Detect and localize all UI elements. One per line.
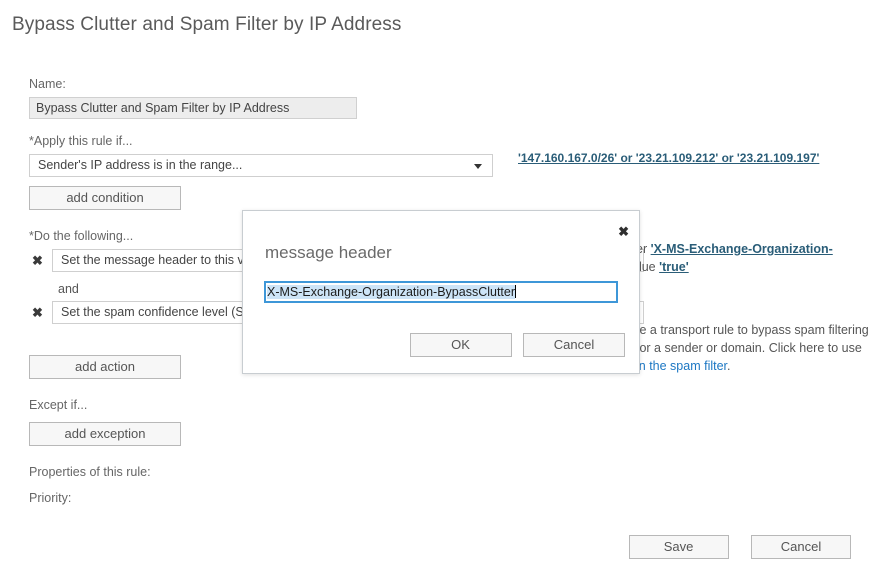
cancel-button[interactable]: Cancel bbox=[751, 535, 851, 559]
message-header-input-value: X-MS-Exchange-Organization-BypassClutter bbox=[267, 285, 516, 299]
text-cursor bbox=[515, 285, 517, 298]
message-header-input-text: X-MS-Exchange-Organization-BypassClutter bbox=[266, 283, 616, 301]
name-label: Name: bbox=[29, 77, 66, 91]
dialog-buttons: OK Cancel bbox=[403, 333, 625, 357]
except-if-label: Except if... bbox=[29, 398, 88, 412]
spam-filter-help-text: te a transport rule to bypass spam filte… bbox=[636, 321, 869, 375]
message-header-dialog: ✖ message header X-MS-Exchange-Organizat… bbox=[242, 210, 640, 374]
help-line-1: te a transport rule to bypass spam filte… bbox=[636, 323, 869, 337]
condition-select-value: Sender's IP address is in the range... bbox=[38, 158, 243, 172]
condition-select[interactable]: Sender's IP address is in the range... bbox=[29, 154, 493, 177]
page-title: Bypass Clutter and Spam Filter by IP Add… bbox=[12, 14, 402, 35]
apply-rule-label: *Apply this rule if... bbox=[29, 134, 133, 148]
spam-filter-link[interactable]: in the spam filter bbox=[636, 359, 727, 373]
close-icon[interactable]: ✖ bbox=[618, 225, 629, 238]
chevron-down-icon bbox=[474, 164, 482, 169]
help-line-3-suffix: . bbox=[727, 359, 731, 373]
condition-ip-range-link[interactable]: '147.160.167.0/26' or '23.21.109.212' or… bbox=[518, 151, 819, 165]
priority-label: Priority: bbox=[29, 491, 72, 505]
footer-buttons: Save Cancel bbox=[611, 535, 851, 559]
add-action-button[interactable]: add action bbox=[29, 355, 181, 379]
rule-name-input[interactable] bbox=[29, 97, 357, 119]
remove-action-2-icon[interactable]: ✖ bbox=[29, 306, 52, 319]
properties-label: Properties of this rule: bbox=[29, 465, 151, 479]
save-button[interactable]: Save bbox=[628, 535, 729, 559]
add-condition-button[interactable]: add condition bbox=[29, 186, 181, 210]
add-exception-button[interactable]: add exception bbox=[29, 422, 181, 446]
help-line-2: for a sender or domain. Click here to us… bbox=[636, 341, 862, 355]
dialog-title: message header bbox=[265, 243, 392, 262]
dialog-cancel-button[interactable]: Cancel bbox=[523, 333, 625, 357]
action-1-value-link[interactable]: 'true' bbox=[659, 260, 689, 274]
dialog-ok-button[interactable]: OK bbox=[409, 333, 512, 357]
action-1-side-text-line2: alue 'true' bbox=[632, 258, 867, 276]
message-header-input[interactable]: X-MS-Exchange-Organization-BypassClutter bbox=[264, 281, 618, 303]
action-1-side-text: er 'X-MS-Exchange-Organization- bbox=[636, 240, 869, 258]
remove-action-1-icon[interactable]: ✖ bbox=[29, 254, 52, 267]
action-1-header-link[interactable]: 'X-MS-Exchange-Organization- bbox=[651, 242, 833, 256]
